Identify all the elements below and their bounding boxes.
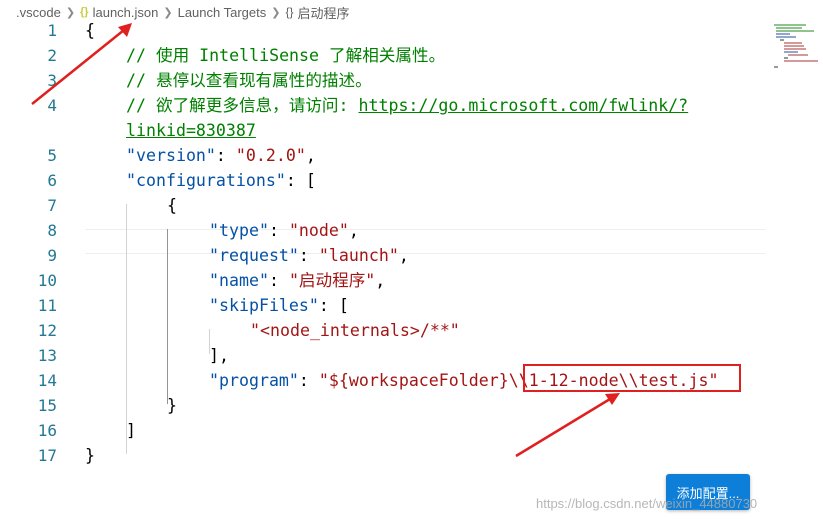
watermark: https://blog.csdn.net/weixin_44880730 [536, 496, 758, 511]
arrow-head [605, 393, 620, 405]
arrow-to-filename [31, 29, 125, 105]
annotation-arrows [31, 23, 620, 458]
arrow-to-program-path [515, 397, 611, 458]
arrow-head [118, 23, 132, 37]
